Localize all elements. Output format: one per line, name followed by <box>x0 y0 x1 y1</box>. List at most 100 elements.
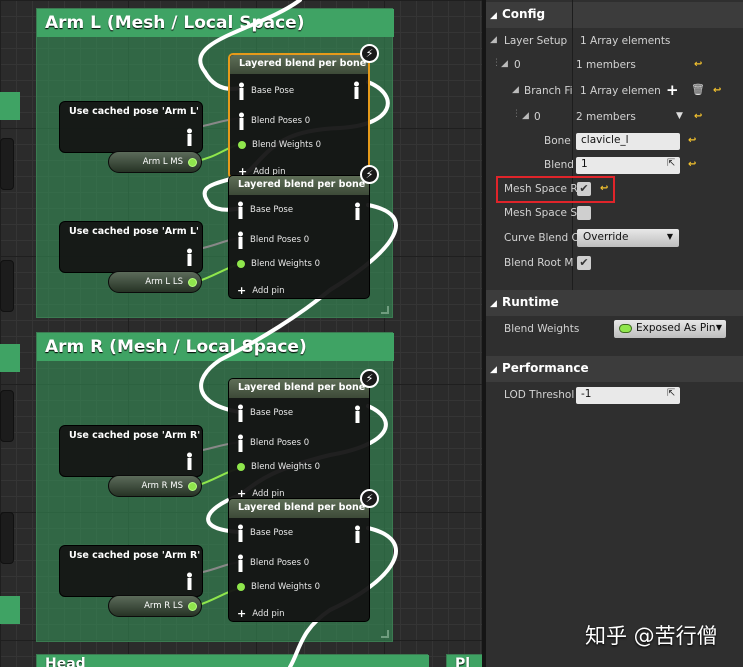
pin-label: Add pin <box>252 608 285 619</box>
category-config[interactable]: ◢ Config <box>486 2 743 28</box>
reset-to-default-icon[interactable]: ↩ <box>713 85 721 96</box>
pose-pin-icon <box>238 554 243 572</box>
mesh-space-scale-checkbox[interactable] <box>577 206 591 220</box>
pose-pin-icon <box>239 112 244 130</box>
pose-pin-icon <box>238 201 243 219</box>
base-pose-pin[interactable]: Base Pose <box>237 201 293 219</box>
cached-pose-node-arm-r[interactable]: Use cached pose 'Arm R' <box>59 545 203 597</box>
bone-name-input[interactable]: clavicle_l <box>576 133 680 150</box>
highlight-annotation-box <box>496 176 615 203</box>
lod-threshold-input[interactable]: -1 <box>576 387 680 404</box>
tree-line-icon: ⋮ <box>512 109 521 119</box>
pose-pin-icon <box>238 524 243 542</box>
pose-output-pin-icon[interactable] <box>353 81 360 99</box>
cached-pose-node-arm-r[interactable]: Use cached pose 'Arm R' <box>59 425 203 477</box>
blend-poses-pin[interactable]: Blend Poses 0 <box>237 231 309 249</box>
pin-label: Add pin <box>252 285 285 296</box>
float-pin-icon <box>237 583 245 591</box>
base-pose-pin[interactable]: Base Pose <box>238 82 294 100</box>
pin-label: Blend Weights 0 <box>252 140 322 150</box>
float-pin-icon[interactable] <box>188 158 197 167</box>
drag-spin-icon[interactable]: ⇱ <box>667 388 675 399</box>
pose-pin-icon <box>238 231 243 249</box>
expanded-arrow-icon[interactable]: ◢ <box>512 85 519 95</box>
float-pin-icon <box>237 260 245 268</box>
drag-spin-icon[interactable]: ⇱ <box>667 158 675 169</box>
property-value: 1 members <box>576 59 636 71</box>
variable-node-arm-l-ms[interactable]: Arm L MS <box>108 151 202 173</box>
blend-weights-binding-dropdown[interactable]: Exposed As Pin ▼ <box>614 320 726 338</box>
node-title: Layered blend per bone <box>229 176 369 195</box>
pin-label: Blend Poses 0 <box>250 235 310 245</box>
blend-weights-pin[interactable]: Blend Weights 0 <box>238 140 321 150</box>
blend-weights-pin[interactable]: Blend Weights 0 <box>237 462 320 472</box>
blend-poses-pin[interactable]: Blend Poses 0 <box>237 554 309 572</box>
add-pin-button[interactable]: + Add pin <box>237 607 285 620</box>
layered-blend-node[interactable]: Layered blend per bone Base Pose Blend P… <box>228 175 370 299</box>
reset-to-default-icon[interactable]: ↩ <box>694 59 702 70</box>
property-label: Blend <box>544 159 574 171</box>
property-label: Mesh Space S <box>504 207 577 219</box>
property-label: Blend Weights <box>504 323 580 335</box>
blend-poses-pin[interactable]: Blend Poses 0 <box>238 112 310 130</box>
base-pose-pin[interactable]: Base Pose <box>237 524 293 542</box>
property-value: 1 Array elemen <box>580 85 661 97</box>
reset-to-default-icon[interactable]: ↩ <box>694 111 702 122</box>
reset-to-default-icon[interactable]: ↩ <box>688 135 696 146</box>
pin-label: Blend Weights 0 <box>251 582 321 592</box>
expanded-arrow-icon: ◢ <box>490 299 497 309</box>
cached-pose-node-arm-l[interactable]: Use cached pose 'Arm L' <box>59 221 203 273</box>
float-pin-icon[interactable] <box>188 482 197 491</box>
blend-weights-pin[interactable]: Blend Weights 0 <box>237 259 320 269</box>
pose-output-pin-icon[interactable] <box>354 525 361 543</box>
pin-label: Base Pose <box>251 86 295 96</box>
anim-graph-canvas[interactable]: Arm L (Mesh / Local Space) Arm R (Mesh /… <box>0 0 482 667</box>
pin-label: Add pin <box>252 488 285 499</box>
cached-pose-node-arm-l[interactable]: Use cached pose 'Arm L' <box>59 101 203 153</box>
blend-weights-pin[interactable]: Blend Weights 0 <box>237 582 320 592</box>
node-title: Use cached pose 'Arm R' <box>69 430 201 441</box>
pose-pin-icon[interactable] <box>186 572 193 590</box>
curve-blend-dropdown[interactable]: Override ▼ <box>577 229 679 247</box>
layered-blend-node[interactable]: Layered blend per bone Base Pose Blend P… <box>228 498 370 622</box>
plus-icon: + <box>237 607 247 620</box>
blend-poses-pin[interactable]: Blend Poses 0 <box>237 434 309 452</box>
expanded-arrow-icon[interactable]: ◢ <box>522 111 529 121</box>
pin-label: Base Pose <box>250 528 294 538</box>
category-performance[interactable]: ◢ Performance <box>486 356 743 382</box>
add-element-icon[interactable]: + <box>666 81 679 99</box>
reset-to-default-icon[interactable]: ↩ <box>688 159 696 170</box>
layered-blend-node-selected[interactable]: Layered blend per bone Base Pose Blend P… <box>228 53 370 179</box>
column-splitter[interactable] <box>572 0 573 290</box>
pose-pin-icon[interactable] <box>186 452 193 470</box>
variable-node-arm-r-ms[interactable]: Arm R MS <box>108 475 202 497</box>
float-pin-icon <box>619 324 632 333</box>
category-title: Config <box>502 7 546 21</box>
layered-blend-node[interactable]: Layered blend per bone Base Pose Blend P… <box>228 378 370 502</box>
property-value: 1 Array elements <box>580 35 671 47</box>
chevron-down-icon[interactable]: ▼ <box>676 111 683 121</box>
property-label: Curve Blend O <box>504 232 580 244</box>
variable-node-arm-r-ls[interactable]: Arm R LS <box>108 595 202 617</box>
pose-pin-icon[interactable] <box>186 248 193 266</box>
float-pin-icon[interactable] <box>188 602 197 611</box>
trash-icon[interactable]: 🗑 <box>691 83 705 96</box>
pose-output-pin-icon[interactable] <box>354 405 361 423</box>
expanded-arrow-icon[interactable]: ◢ <box>501 59 508 69</box>
pin-label: Base Pose <box>250 408 294 418</box>
expanded-arrow-icon[interactable]: ◢ <box>490 35 497 45</box>
float-pin-icon[interactable] <box>188 278 197 287</box>
category-runtime[interactable]: ◢ Runtime <box>486 290 743 316</box>
variable-label: Arm R LS <box>144 601 183 611</box>
pose-output-pin-icon[interactable] <box>354 202 361 220</box>
pose-pin-icon[interactable] <box>186 128 193 146</box>
add-pin-button[interactable]: + Add pin <box>237 284 285 297</box>
blend-depth-input[interactable]: 1 <box>576 157 680 174</box>
category-title: Performance <box>502 361 589 375</box>
blend-root-motion-checkbox[interactable]: ✔ <box>577 256 591 270</box>
chevron-down-icon: ▼ <box>715 323 722 332</box>
variable-node-arm-l-ls[interactable]: Arm L LS <box>108 271 202 293</box>
pose-pin-icon <box>238 434 243 452</box>
base-pose-pin[interactable]: Base Pose <box>237 404 293 422</box>
tree-line-icon: ⋮ <box>492 58 501 68</box>
